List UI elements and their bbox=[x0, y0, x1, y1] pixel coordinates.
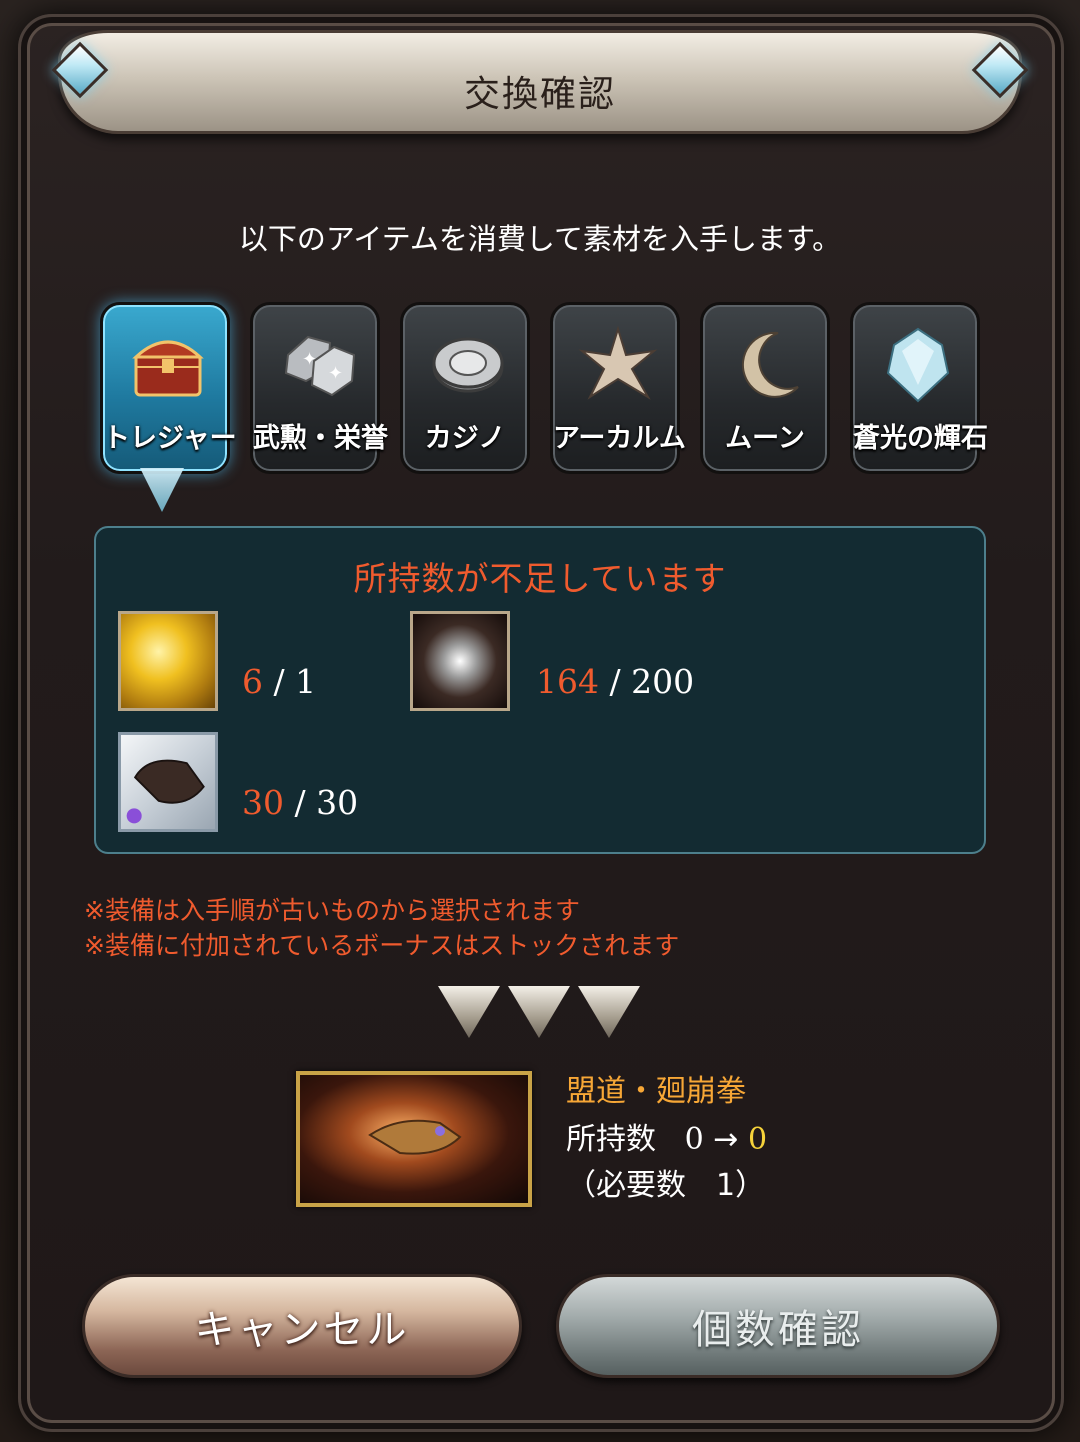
treasure-chest-icon bbox=[132, 340, 204, 397]
silver-orb-icon bbox=[410, 611, 510, 711]
down-arrow-icon bbox=[438, 986, 500, 1038]
gauntlet-icon bbox=[118, 732, 218, 832]
gold-bar-icon bbox=[118, 611, 218, 711]
star-burst-icon bbox=[578, 325, 658, 400]
tab-crystal[interactable]: 蒼光の輝石 bbox=[850, 302, 988, 474]
note-line: ※装備は入手順が古いものから選択されます bbox=[84, 896, 580, 925]
dialog-title: 交換確認 bbox=[463, 74, 616, 115]
tab-treasure[interactable]: トレジャー bbox=[100, 302, 237, 474]
down-arrows bbox=[434, 986, 644, 1046]
tab-label: トレジャー bbox=[103, 423, 237, 454]
down-arrow-icon bbox=[578, 986, 640, 1038]
result-owned-count: 所持数 0 → 0 bbox=[566, 1122, 768, 1157]
exchange-notes: ※装備は入手順が古いものから選択されます ※装備に付加されているボーナスはストッ… bbox=[84, 893, 679, 963]
result-required-count: （必要数 1） bbox=[566, 1168, 766, 1203]
tab-label: アーカルム bbox=[553, 423, 686, 454]
gauntlet-icon bbox=[126, 759, 205, 824]
category-tabs: トレジャー ✦ ✦ 武勲・栄誉 カジノ アーカルム ムーン 蒼光の輝石 bbox=[100, 302, 988, 478]
note-line: ※装備に付加されているボーナスはストックされます bbox=[84, 931, 680, 960]
confirm-quantity-button[interactable]: 個数確認 bbox=[556, 1274, 1000, 1378]
dice-icon: ✦ ✦ bbox=[284, 335, 356, 397]
tab-honors[interactable]: ✦ ✦ 武勲・栄誉 bbox=[250, 302, 388, 474]
tab-label: 蒼光の輝石 bbox=[853, 423, 988, 454]
result-item-image bbox=[296, 1071, 532, 1207]
material-count: 164 / 200 bbox=[536, 662, 695, 701]
tab-casino[interactable]: カジノ bbox=[400, 302, 530, 474]
insufficient-warning: 所持数が不足しています bbox=[353, 559, 727, 598]
title-banner: 交換確認 bbox=[58, 30, 1022, 134]
tab-label: 武勲・栄誉 bbox=[253, 423, 388, 454]
crescent-moon-icon bbox=[741, 331, 799, 398]
material-count: 30 / 30 bbox=[242, 783, 359, 822]
tab-label: カジノ bbox=[424, 423, 506, 454]
result-item-name: 盟道・廻崩拳 bbox=[566, 1074, 746, 1109]
material-count: 6 / 1 bbox=[242, 662, 317, 701]
crystal-icon bbox=[886, 327, 950, 403]
svg-text:✦: ✦ bbox=[328, 363, 343, 384]
tab-label: ムーン bbox=[725, 423, 805, 454]
casino-chip-icon bbox=[432, 337, 504, 393]
required-materials-panel: 所持数が不足しています 6 / 1 164 / 200 30 / 30 bbox=[94, 526, 986, 854]
tab-moon[interactable]: ムーン bbox=[700, 302, 830, 474]
down-arrow-icon bbox=[508, 986, 570, 1038]
tab-arcarum[interactable]: アーカルム bbox=[550, 302, 686, 474]
gauntlet-icon bbox=[368, 1119, 462, 1155]
cancel-button[interactable]: キャンセル bbox=[82, 1274, 522, 1378]
dialog-subtitle: 以下のアイテムを消費して素材を入手します。 bbox=[238, 222, 842, 256]
svg-text:✦: ✦ bbox=[302, 349, 317, 370]
